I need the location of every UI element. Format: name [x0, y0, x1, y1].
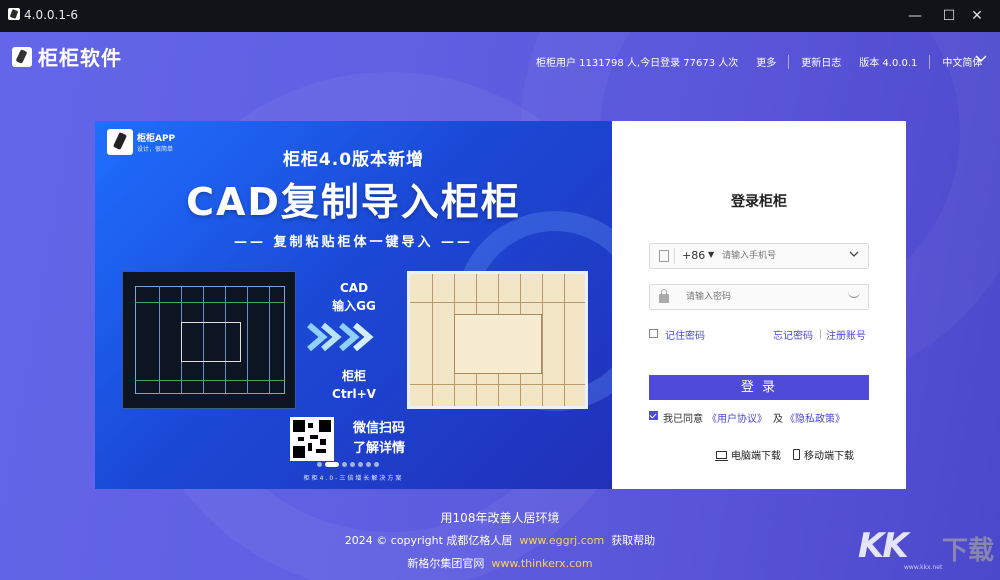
chevron-down-icon[interactable]: [974, 52, 988, 66]
phone-input[interactable]: [722, 249, 842, 263]
qr-code: [290, 417, 334, 461]
user-agreement-link[interactable]: 《用户协议》: [707, 410, 767, 425]
agree-and: 及: [773, 414, 783, 425]
caret-down-icon[interactable]: ▼: [708, 250, 714, 259]
carousel-dot[interactable]: [342, 462, 347, 467]
phone-icon: [793, 449, 800, 460]
footer-copyright-line: 2024 © copyright 成都亿格人居 www.eggrj.com 获取…: [0, 532, 1000, 548]
promo-banner[interactable]: 柜柜APP 设计，很简单 柜柜4.0版本新增 CAD复制导入柜柜 —— 复制粘贴…: [95, 121, 612, 489]
footer-group-line: 新格尔集团官网 www.thinkerx.com: [0, 555, 1000, 571]
help-link[interactable]: 获取帮助: [611, 534, 655, 547]
carousel-dot-active[interactable]: [325, 462, 339, 467]
changelog-link[interactable]: 更新日志: [801, 54, 841, 69]
user-stats: 柜柜用户 1131798 人,今日登录 77673 人次: [536, 58, 739, 69]
thinkerx-link[interactable]: www.thinkerx.com: [491, 557, 592, 570]
pc-download-link[interactable]: 电脑端下载: [715, 447, 781, 462]
more-link[interactable]: 更多: [756, 54, 776, 69]
forgot-password-link[interactable]: 忘记密码: [773, 327, 813, 342]
version-label: 版本 4.0.0.1: [859, 58, 918, 69]
carousel-dot[interactable]: [374, 462, 379, 467]
agree-prefix: 我已同意: [663, 414, 703, 425]
app-logo: 柜柜软件: [12, 42, 122, 71]
eggrj-link[interactable]: www.eggrj.com: [519, 534, 604, 547]
carousel-dot[interactable]: [358, 462, 363, 467]
app-icon: [8, 8, 20, 20]
device-icon: [659, 250, 669, 262]
footer-slogan: 用108年改善人居环境: [440, 511, 560, 525]
carousel-dots[interactable]: [317, 462, 379, 467]
arrow-icon: [339, 322, 374, 352]
country-code-select[interactable]: +86: [682, 249, 705, 262]
banner-subtitle: —— 复制粘贴柜体一键导入 ——: [233, 235, 474, 250]
step-guigui: 柜柜 Ctrl+V: [332, 369, 376, 401]
window-title: 4.0.0.1-6: [24, 8, 78, 22]
top-nav: 柜柜用户 1131798 人,今日登录 77673 人次 更多 更新日志 版本 …: [536, 54, 982, 69]
carousel-dot[interactable]: [317, 462, 322, 467]
logo-text: 柜柜软件: [38, 46, 122, 70]
carousel-dot[interactable]: [366, 462, 371, 467]
step-cad: CAD 输入GG: [332, 281, 376, 313]
laptop-icon: [715, 450, 728, 461]
register-link[interactable]: 注册账号: [826, 327, 866, 342]
copyright-text: 2024 © copyright 成都亿格人居: [344, 534, 513, 547]
logo-icon: [12, 46, 32, 67]
eye-closed-icon[interactable]: [848, 292, 860, 298]
privacy-policy-link[interactable]: 《隐私政策》: [785, 410, 845, 425]
watermark-logo: KK 下载 www.kkx.net: [858, 526, 995, 571]
cabinet-render-image: [407, 271, 588, 409]
title-bar: 4.0.0.1-6 — ☐ ✕: [0, 0, 1000, 32]
login-panel: 登录柜柜 +86 ▼ 记住密码 忘记密码 注册账号 登 录 我已同意 《用户协议…: [612, 121, 906, 489]
lock-icon: [659, 289, 669, 303]
cad-drawing-image: [122, 271, 296, 409]
login-title: 登录柜柜: [731, 194, 787, 210]
banner-main-title: CAD复制导入柜柜: [186, 180, 521, 224]
remember-checkbox[interactable]: [649, 329, 658, 338]
scan-text: 微信扫码 了解详情: [353, 421, 406, 456]
phone-field[interactable]: +86 ▼: [649, 243, 869, 269]
banner-app-name: 柜柜APP: [137, 134, 176, 144]
login-options: 记住密码 忘记密码 注册账号: [649, 327, 869, 343]
login-button[interactable]: 登 录: [649, 375, 869, 400]
group-label: 新格尔集团官网: [407, 557, 485, 570]
password-input[interactable]: [686, 290, 836, 304]
banner-headline: 柜柜4.0版本新增: [282, 150, 425, 170]
remember-label[interactable]: 记住密码: [665, 327, 705, 342]
banner-footer: 柜柜4.0-三倍增长解决方案: [303, 475, 404, 482]
password-field[interactable]: [649, 284, 869, 310]
mobile-download-link[interactable]: 移动端下载: [793, 447, 854, 462]
close-button[interactable]: ✕: [954, 0, 1000, 32]
agree-checkbox[interactable]: [649, 411, 658, 420]
chevron-down-icon[interactable]: [848, 248, 860, 263]
carousel-dot[interactable]: [350, 462, 355, 467]
